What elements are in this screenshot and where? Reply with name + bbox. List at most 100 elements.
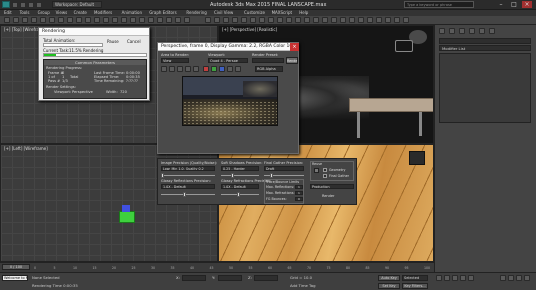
toolbar-tool-icon[interactable] bbox=[358, 17, 364, 23]
toolbar-tool-icon[interactable] bbox=[4, 17, 10, 23]
play-icon[interactable] bbox=[452, 275, 458, 281]
toolbar-tool-icon[interactable] bbox=[376, 17, 382, 23]
toolbar-tool-icon[interactable] bbox=[367, 17, 373, 23]
app-logo-icon[interactable] bbox=[2, 1, 10, 8]
toolbar-tool-icon[interactable] bbox=[385, 17, 391, 23]
pause-button[interactable]: Pause bbox=[107, 39, 119, 44]
max-refractions-field[interactable]: 1 bbox=[295, 191, 303, 195]
toolbar-tool-icon[interactable] bbox=[22, 17, 28, 23]
motion-tab-icon[interactable] bbox=[469, 28, 475, 34]
previous-frame-icon[interactable] bbox=[444, 275, 450, 281]
search-input[interactable]: Type a keyword or phrase bbox=[404, 1, 474, 8]
auto-key-button[interactable]: Auto Key bbox=[378, 275, 400, 281]
menu-item-group[interactable]: Group bbox=[38, 10, 50, 15]
slider-knob[interactable] bbox=[231, 173, 234, 178]
final-gather-dropdown[interactable]: Draft bbox=[264, 166, 304, 171]
time-slider[interactable]: 0 / 100 bbox=[2, 264, 30, 270]
new-icon[interactable] bbox=[12, 2, 18, 8]
y-coordinate-field[interactable] bbox=[218, 275, 242, 281]
monochrome-icon[interactable] bbox=[235, 66, 241, 72]
toolbar-tool-icon[interactable] bbox=[223, 17, 229, 23]
slider-knob[interactable] bbox=[237, 192, 240, 197]
toolbar-tool-icon[interactable] bbox=[103, 17, 109, 23]
menu-item-animation[interactable]: Animation bbox=[122, 10, 142, 15]
toolbar-tool-icon[interactable] bbox=[322, 17, 328, 23]
pan-icon[interactable] bbox=[508, 275, 514, 281]
modifier-stack[interactable] bbox=[439, 53, 531, 123]
viewport-label[interactable]: [+] [Perspective] [Realistic] bbox=[222, 27, 277, 32]
common-parameters-header[interactable]: Common Parameters bbox=[44, 60, 146, 65]
set-key-button[interactable]: Set Key bbox=[378, 283, 400, 289]
toolbar-tool-icon[interactable] bbox=[304, 17, 310, 23]
production-dropdown[interactable]: Production bbox=[310, 184, 354, 189]
maxscript-listener[interactable]: Welcome to M bbox=[2, 275, 28, 281]
view-cube[interactable] bbox=[409, 151, 425, 165]
menu-item-rendering[interactable]: Rendering bbox=[186, 10, 206, 15]
modifier-list-dropdown[interactable]: Modifier List bbox=[439, 45, 531, 51]
timeline[interactable]: 0 / 100 0 5 10 15 20 25 30 35 40 45 50 55 60 65 70 75 80… bbox=[0, 262, 434, 272]
menu-item-civil-view[interactable]: Civil View bbox=[214, 10, 233, 15]
clear-icon[interactable] bbox=[193, 66, 199, 72]
toolbar-tool-icon[interactable] bbox=[85, 17, 91, 23]
cancel-button[interactable]: Cancel bbox=[127, 39, 141, 44]
toolbar-tool-icon[interactable] bbox=[241, 17, 247, 23]
alpha-channel-icon[interactable] bbox=[227, 66, 233, 72]
viewport-label[interactable]: [+] [Left] [Wireframe] bbox=[4, 146, 48, 151]
zoom-icon[interactable] bbox=[500, 275, 506, 281]
menu-item-modifiers[interactable]: Modifiers bbox=[94, 10, 112, 15]
maximize-button[interactable]: □ bbox=[509, 1, 519, 8]
utilities-tab-icon[interactable] bbox=[489, 28, 495, 34]
save-image-icon[interactable] bbox=[161, 66, 167, 72]
orbit-icon[interactable] bbox=[516, 275, 522, 281]
toolbar-tool-icon[interactable] bbox=[277, 17, 283, 23]
toolbar-tool-icon[interactable] bbox=[13, 17, 19, 23]
menu-item-create[interactable]: Create bbox=[74, 10, 87, 15]
print-icon[interactable] bbox=[185, 66, 191, 72]
render-button[interactable]: Render bbox=[286, 57, 298, 64]
max-reflections-field[interactable]: 1 bbox=[295, 185, 303, 189]
green-channel-icon[interactable] bbox=[211, 66, 217, 72]
toolbar-tool-icon[interactable] bbox=[121, 17, 127, 23]
menu-item-views[interactable]: Views bbox=[56, 10, 68, 15]
menu-item-edit[interactable]: Edit bbox=[4, 10, 12, 15]
toolbar-tool-icon[interactable] bbox=[340, 17, 346, 23]
object-name-field[interactable] bbox=[439, 38, 531, 44]
lock-icon[interactable] bbox=[314, 168, 319, 173]
frame-viewport-dropdown[interactable]: Quad 4 - Perspe bbox=[208, 58, 248, 63]
hierarchy-tab-icon[interactable] bbox=[459, 28, 465, 34]
toolbar-tool-icon[interactable] bbox=[58, 17, 64, 23]
modify-tab-icon[interactable] bbox=[449, 28, 455, 34]
glossy-reflections-dropdown[interactable]: 1.0X - Default bbox=[161, 184, 215, 189]
toolbar-tool-icon[interactable] bbox=[214, 17, 220, 23]
z-coordinate-field[interactable] bbox=[254, 275, 278, 281]
red-channel-icon[interactable] bbox=[203, 66, 209, 72]
slider-knob[interactable] bbox=[270, 173, 273, 178]
soft-shadows-slider[interactable] bbox=[221, 173, 259, 178]
image-precision-slider[interactable] bbox=[161, 173, 215, 178]
toolbar-tool-icon[interactable] bbox=[139, 17, 145, 23]
slider-knob[interactable] bbox=[183, 192, 186, 197]
save-icon[interactable] bbox=[28, 2, 34, 8]
toolbar-tool-icon[interactable] bbox=[403, 17, 409, 23]
channel-dropdown[interactable]: RGB Alpha bbox=[255, 66, 283, 72]
toolbar-tool-icon[interactable] bbox=[232, 17, 238, 23]
toolbar-tool-icon[interactable] bbox=[31, 17, 37, 23]
toolbar-tool-icon[interactable] bbox=[205, 17, 211, 23]
toolbar-tool-icon[interactable] bbox=[130, 17, 136, 23]
toolbar-tool-icon[interactable] bbox=[67, 17, 73, 23]
setup-render-button[interactable]: Render bbox=[322, 194, 334, 198]
workspace-dropdown[interactable]: Workspace: Default bbox=[52, 1, 102, 8]
go-to-end-icon[interactable] bbox=[468, 275, 474, 281]
toolbar-tool-icon[interactable] bbox=[49, 17, 55, 23]
glossy-reflections-slider[interactable] bbox=[161, 192, 215, 197]
glossy-refractions-dropdown[interactable]: 1.0X - Default bbox=[221, 184, 259, 189]
toolbar-tool-icon[interactable] bbox=[313, 17, 319, 23]
add-time-tag[interactable]: Add Time Tag bbox=[290, 283, 315, 288]
toolbar-tool-icon[interactable] bbox=[250, 17, 256, 23]
toolbar-tool-icon[interactable] bbox=[112, 17, 118, 23]
menu-item-help[interactable]: Help bbox=[299, 10, 308, 15]
toolbar-tool-icon[interactable] bbox=[76, 17, 82, 23]
toolbar-tool-icon[interactable] bbox=[166, 17, 172, 23]
create-tab-icon[interactable] bbox=[439, 28, 445, 34]
toolbar-tool-icon[interactable] bbox=[94, 17, 100, 23]
